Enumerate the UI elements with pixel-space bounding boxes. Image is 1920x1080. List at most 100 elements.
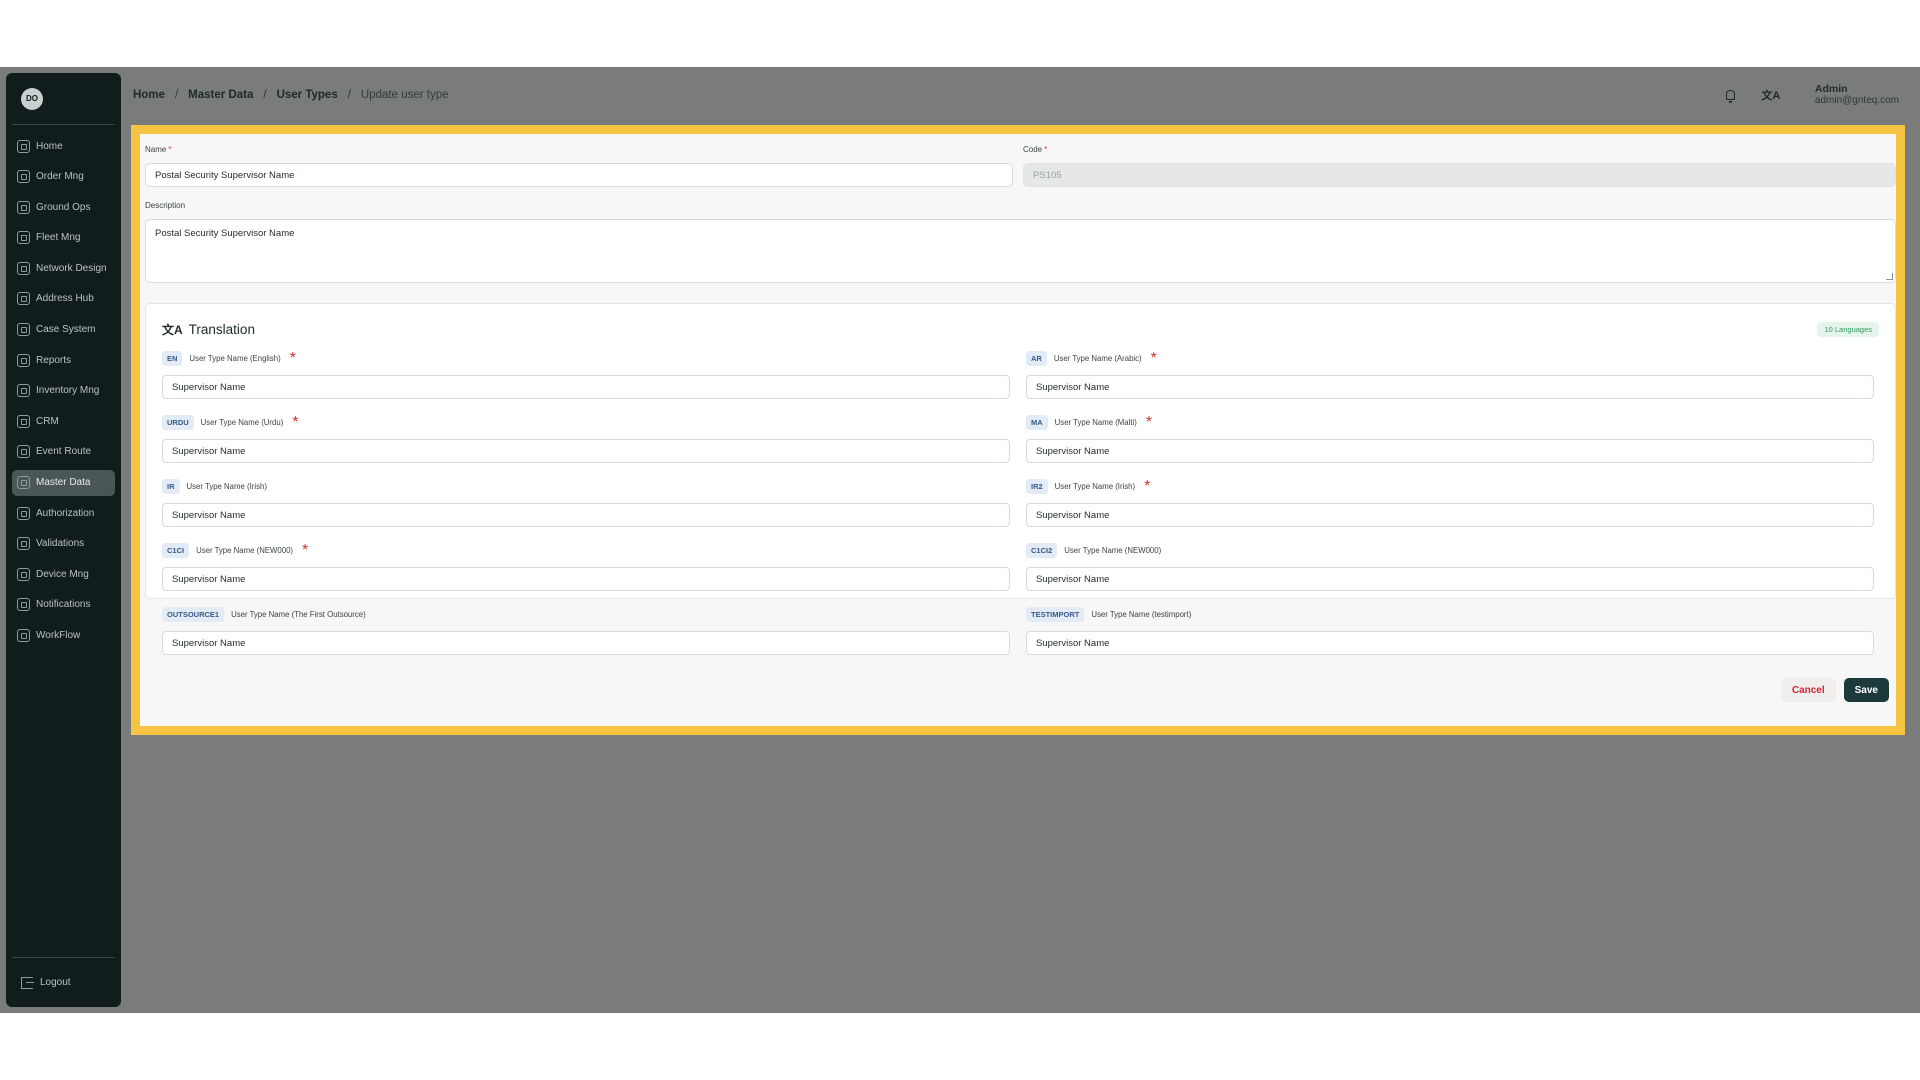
translation-input-urdu[interactable]: Supervisor Name: [162, 439, 1010, 463]
sidebar-item-ground-ops[interactable]: Ground Ops: [12, 194, 115, 220]
translation-label-row: C1CI2 User Type Name (NEW000): [1026, 543, 1874, 558]
translation-input-en[interactable]: Supervisor Name: [162, 375, 1010, 399]
sidebar-item-address-hub[interactable]: Address Hub: [12, 286, 115, 312]
translation-field-testimport: TESTIMPORT User Type Name (testimport) Sup…: [1026, 607, 1874, 656]
resize-handle[interactable]: [1886, 273, 1893, 280]
sidebar-item-label: Notifications: [36, 599, 91, 611]
required-mark: *: [302, 541, 309, 559]
breadcrumb-current: Update user type: [360, 88, 449, 101]
description-textarea[interactable]: Postal Security Supervisor Name: [145, 219, 1896, 283]
description-value: Postal Security Supervisor Name: [155, 228, 295, 239]
sidebar-item-network-design[interactable]: Network Design: [12, 255, 115, 281]
translation-label-row: AR User Type Name (Arabic) *: [1026, 349, 1874, 367]
translation-field-en: EN User Type Name (English) * Supervisor Na…: [162, 350, 1010, 400]
sidebar-item-order-mng[interactable]: Order Mng: [12, 164, 115, 190]
sidebar-item-inventory-mng[interactable]: Inventory Mng: [12, 378, 115, 404]
breadcrumb-master-data[interactable]: Master Data: [188, 89, 253, 101]
sidebar-item-case-system[interactable]: Case System: [12, 317, 115, 343]
event-route-icon: [17, 445, 30, 459]
fleet-icon: [17, 231, 30, 245]
logo-icon[interactable]: DO: [21, 87, 43, 110]
translation-input-c1ci[interactable]: Supervisor Name: [162, 567, 1010, 591]
translation-field-c1ci2: C1CI2 User Type Name (NEW000) Supervisor N…: [1026, 543, 1874, 592]
language-code-tag: EN: [162, 351, 183, 366]
sidebar-item-authorization[interactable]: Authorization: [12, 500, 115, 526]
language-code-tag: TESTIMPORT: [1026, 607, 1085, 622]
user-menu[interactable]: Admin admin@gnteq.com: [1815, 83, 1899, 107]
sidebar-item-label: Network Design: [36, 262, 107, 274]
sidebar-item-label: Event Route: [36, 446, 92, 458]
translation-input-ma[interactable]: Supervisor Name: [1026, 439, 1874, 463]
translation-label: User Type Name (NEW000): [196, 546, 294, 555]
breadcrumb-separator: /: [347, 88, 351, 101]
users-icon: [17, 506, 30, 520]
sidebar-item-label: Reports: [36, 354, 72, 366]
translation-label-row: TESTIMPORT User Type Name (testimport): [1026, 607, 1874, 622]
code-input: PS105: [1023, 163, 1896, 187]
sidebar-item-master-data[interactable]: Master Data: [12, 469, 115, 496]
language-code-tag: AR: [1026, 351, 1047, 366]
ground-ops-icon: [17, 200, 30, 214]
cancel-button[interactable]: Cancel: [1780, 678, 1836, 702]
translation-label: User Type Name (Irish): [1054, 482, 1136, 491]
sidebar-item-workflow[interactable]: WorkFlow: [12, 623, 115, 649]
translation-field-ar: AR User Type Name (Arabic) * Supervisor Nam…: [1026, 349, 1874, 400]
translation-field-urdu: URDU User Type Name (Urdu) * Supervisor Nam…: [162, 414, 1010, 464]
translation-label-row: EN User Type Name (English) *: [162, 350, 1010, 367]
sidebar-item-device-mng[interactable]: Device Mng: [12, 561, 115, 587]
update-user-type-form: Name * Postal Security Supervisor Name Co…: [131, 125, 1905, 735]
translation-input-testimport[interactable]: Supervisor Name: [1026, 631, 1874, 655]
translation-header: 文A Translation: [162, 321, 255, 338]
logout-icon: [21, 976, 34, 989]
sidebar-item-home[interactable]: Home: [12, 133, 115, 159]
crm-icon: [17, 414, 30, 428]
save-button[interactable]: Save: [1843, 678, 1889, 702]
home-icon: [17, 139, 30, 153]
translation-input-ir[interactable]: Supervisor Name: [162, 503, 1010, 527]
translation-label-row: OUTSOURCE1 User Type Name (The First Outs…: [162, 607, 1010, 622]
translation-field-c1ci: C1CI User Type Name (NEW000) * Supervisor N…: [162, 541, 1010, 592]
name-input[interactable]: Postal Security Supervisor Name: [145, 163, 1013, 187]
sidebar-item-label: Inventory Mng: [36, 385, 100, 397]
translation-input-ar[interactable]: Supervisor Name: [1026, 375, 1874, 399]
sidebar-menu: Home Order Mng Ground Ops Fleet Mng Network …: [6, 125, 121, 957]
translation-input-outsource1[interactable]: Supervisor Name: [162, 631, 1010, 655]
sidebar-item-label: Address Hub: [36, 293, 94, 305]
languages-count-badge: 10 Languages: [1817, 322, 1879, 337]
sidebar: DO Home Order Mng Ground Ops Fleet Mng Netwo…: [6, 73, 121, 1007]
topbar: Home / Master Data / User Types / Update…: [133, 67, 1913, 122]
reports-icon: [17, 353, 30, 367]
logout-button[interactable]: Logout: [12, 957, 115, 1007]
sidebar-item-crm[interactable]: CRM: [12, 408, 115, 434]
required-mark: *: [1150, 349, 1157, 367]
user-email: admin@gnteq.com: [1814, 94, 1899, 106]
breadcrumb-user-types[interactable]: User Types: [277, 89, 338, 101]
logout-label: Logout: [40, 977, 71, 988]
translation-input-ir2[interactable]: Supervisor Name: [1026, 503, 1874, 527]
required-mark: *: [1144, 477, 1151, 495]
sidebar-item-fleet-mng[interactable]: Fleet Mng: [12, 225, 115, 251]
translation-input-c1ci2[interactable]: Supervisor Name: [1026, 567, 1874, 591]
notifications-button[interactable]: [1711, 77, 1751, 113]
translation-label: User Type Name (Arabic): [1053, 354, 1142, 363]
sidebar-item-reports[interactable]: Reports: [12, 347, 115, 373]
translation-field-ir: IR User Type Name (Irish) Supervisor Name: [162, 479, 1010, 528]
translation-field-outsource1: OUTSOURCE1 User Type Name (The First Outs…: [162, 607, 1010, 656]
language-code-tag: OUTSOURCE1: [162, 607, 225, 622]
user-name: Admin: [1814, 82, 1848, 95]
breadcrumb-home[interactable]: Home: [133, 89, 165, 101]
sidebar-item-notifications[interactable]: Notifications: [12, 592, 115, 618]
translation-label: User Type Name (The First Outsource): [231, 610, 366, 619]
breadcrumb-separator: /: [263, 88, 267, 101]
sidebar-item-event-route[interactable]: Event Route: [12, 439, 115, 465]
sidebar-item-validations[interactable]: Validations: [12, 531, 115, 557]
database-icon: [17, 476, 30, 490]
sidebar-item-label: Case System: [36, 324, 96, 336]
translate-icon: 文A: [1761, 89, 1781, 102]
sidebar-item-label: Order Mng: [36, 171, 84, 183]
bell-icon: [1726, 89, 1736, 103]
translation-field-ma: MA User Type Name (Malti) * Supervisor Name: [1026, 413, 1874, 464]
required-mark: *: [1145, 413, 1153, 431]
translation-label-row: URDU User Type Name (Urdu) *: [162, 414, 1010, 431]
language-button[interactable]: 文A: [1751, 77, 1791, 113]
